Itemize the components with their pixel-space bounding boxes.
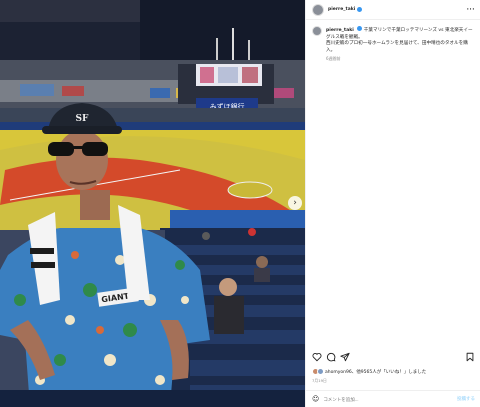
chevron-right-icon: › [293,197,297,208]
caption-username[interactable]: pierre_taki [326,28,354,33]
avatar[interactable] [312,3,324,16]
stadium-photo: みずほ銀行 GIANTS SF [0,0,305,407]
caption: pierre_taki 千葉マリンで千葉ロッテマリーンズ vs 東北楽天イーグル… [312,26,475,63]
liker-avatars [312,368,324,375]
post-sidebar: pierre_taki ··· pierre_taki 千葉マリンで千葉ロッテマ… [305,0,480,407]
more-icon[interactable]: ··· [467,6,475,13]
cap-logo-text: SF [76,114,89,124]
post-photo[interactable]: みずほ銀行 GIANTS SF › [0,0,305,407]
likes-text[interactable]: ahomyon96、他9565人が「いいね！」しました [325,369,426,375]
bookmark-icon[interactable] [465,352,475,362]
emoji-icon[interactable]: ☺ [312,395,319,403]
caption-verified-icon [357,26,363,31]
action-bar [306,352,480,364]
caption-avatar[interactable] [312,26,322,36]
comment-icon[interactable] [326,352,336,362]
caption-time: 6週間前 [326,56,341,62]
header-username[interactable]: pierre_taki [328,7,355,12]
post-date: 7月19日 [312,378,327,383]
heart-icon[interactable] [312,352,322,362]
comment-input[interactable] [323,396,457,402]
next-photo-button[interactable]: › [288,196,302,210]
liker-avatar [317,368,324,375]
comment-bar: ☺ 投稿する [306,390,480,407]
post-comment-button[interactable]: 投稿する [457,396,475,402]
instagram-post: みずほ銀行 GIANTS SF › pierre_taki ··· pierre… [0,0,480,407]
likes-summary: ahomyon96、他9565人が「いいね！」しました [312,368,475,375]
share-icon[interactable] [340,352,350,362]
verified-badge-icon [357,7,363,12]
caption-body: pierre_taki 千葉マリンで千葉ロッテマリーンズ vs 東北楽天イーグル… [326,26,475,63]
post-header: pierre_taki ··· [306,0,480,20]
